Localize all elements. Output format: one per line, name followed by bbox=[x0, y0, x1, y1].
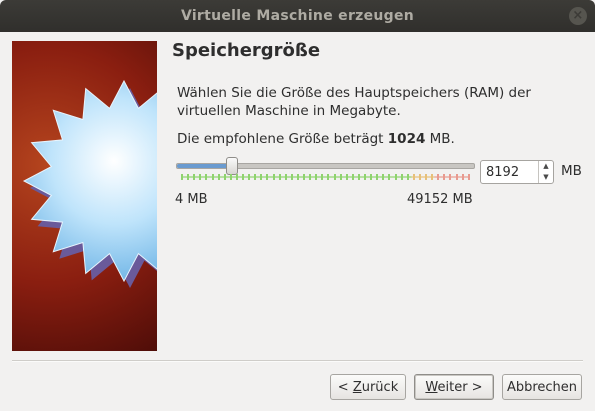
close-button[interactable]: × bbox=[569, 7, 587, 25]
back-button[interactable]: < Zurück bbox=[330, 374, 406, 400]
memory-scale-ticks bbox=[181, 174, 470, 180]
memory-slider[interactable] bbox=[176, 157, 475, 175]
spin-down-icon[interactable]: ▼ bbox=[539, 172, 553, 183]
recommended-size-text: Die empfohlene Größe beträgt 1024 MB. bbox=[177, 131, 455, 147]
memory-spinbox[interactable]: ▲ ▼ bbox=[480, 160, 554, 184]
window-title: Virtuelle Maschine erzeugen bbox=[180, 8, 415, 24]
window-titlebar: Virtuelle Maschine erzeugen × bbox=[0, 0, 595, 32]
memory-spin-arrows[interactable]: ▲ ▼ bbox=[538, 161, 553, 183]
next-button[interactable]: Weiter > bbox=[414, 374, 494, 400]
spin-up-icon[interactable]: ▲ bbox=[539, 161, 553, 172]
page-description: Wählen Sie die Größe des Hauptspeichers … bbox=[177, 85, 531, 119]
scale-band bbox=[181, 176, 469, 178]
starburst-shape bbox=[22, 79, 157, 283]
recommended-value: 1024 bbox=[387, 131, 426, 147]
page-title: Speichergröße bbox=[172, 40, 321, 61]
memory-unit-label: MB bbox=[561, 163, 582, 179]
recommended-prefix: Die empfohlene Größe beträgt bbox=[177, 131, 388, 147]
back-button-prefix: < bbox=[337, 380, 353, 395]
button-separator bbox=[12, 360, 583, 362]
starburst-logo-icon bbox=[22, 79, 157, 288]
memory-slider-fill bbox=[177, 164, 232, 168]
wizard-banner-image bbox=[12, 41, 157, 351]
next-button-label: eiter > bbox=[437, 380, 483, 395]
memory-min-label: 4 MB bbox=[175, 192, 208, 207]
memory-slider-handle[interactable] bbox=[226, 157, 239, 175]
next-button-mnemonic: W bbox=[425, 380, 438, 395]
memory-max-label: 49152 MB bbox=[407, 192, 473, 207]
back-button-label: urück bbox=[361, 380, 399, 395]
memory-value-input[interactable] bbox=[481, 161, 540, 183]
close-icon: × bbox=[572, 8, 584, 23]
cancel-button[interactable]: Abbrechen bbox=[502, 374, 582, 400]
back-button-mnemonic: Z bbox=[352, 380, 362, 395]
recommended-suffix: MB. bbox=[425, 131, 455, 147]
